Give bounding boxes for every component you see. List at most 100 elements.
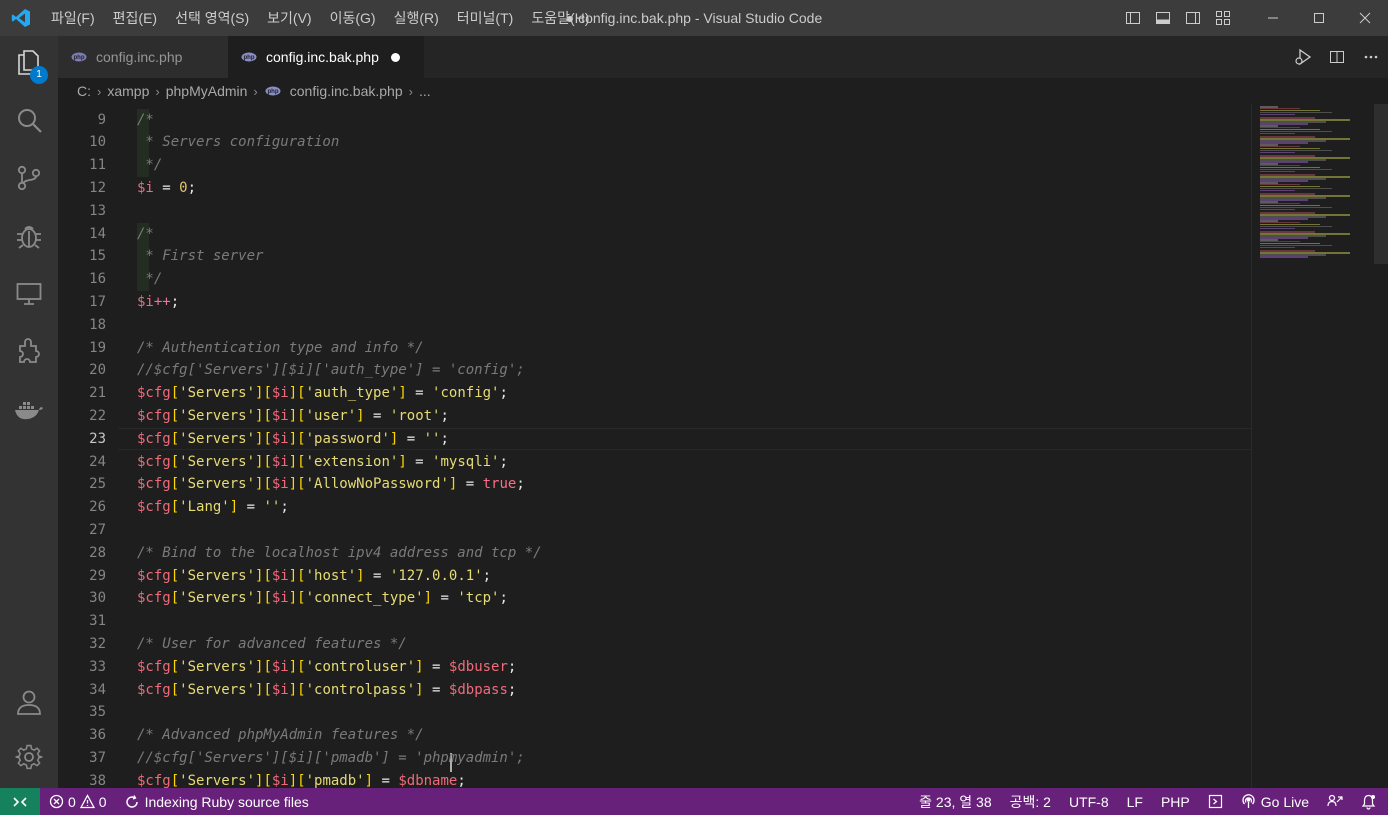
- line-number: 31: [89, 613, 106, 630]
- remote-explorer-icon[interactable]: [0, 270, 58, 318]
- code-line[interactable]: * Servers configuration: [137, 131, 339, 154]
- feedback-icon[interactable]: [1199, 788, 1232, 815]
- explorer-icon[interactable]: 1: [0, 38, 58, 86]
- menu-item[interactable]: 편집(E): [104, 0, 166, 36]
- line-number: 34: [89, 681, 106, 698]
- code-line[interactable]: $cfg['Servers'][$i]['password'] = '';: [137, 428, 452, 773]
- code-line[interactable]: /* User for advanced features */: [137, 633, 407, 656]
- go-live-button[interactable]: Go Live: [1232, 788, 1318, 815]
- problems-indicator[interactable]: 0 0: [40, 788, 116, 815]
- code-token: $i: [271, 430, 289, 447]
- more-actions-icon[interactable]: [1354, 36, 1388, 78]
- code-line[interactable]: $cfg['Lang'] = '';: [137, 496, 289, 519]
- code-token: ]: [356, 567, 365, 584]
- code-token: $cfg: [137, 590, 171, 607]
- code-area[interactable]: /* * Servers configuration */ $i = 0; /* *…: [137, 104, 1247, 789]
- breadcrumb-item[interactable]: xampp: [107, 83, 149, 99]
- code-token: =: [364, 407, 390, 424]
- code-token: /* Authentication type and info */: [137, 339, 424, 356]
- remote-indicator-icon[interactable]: [0, 788, 40, 815]
- notifications-bell-icon[interactable]: [1352, 788, 1388, 815]
- code-token: ;: [440, 430, 449, 447]
- minimap-line: [1260, 113, 1295, 116]
- menu-item[interactable]: 도움말(H): [522, 0, 598, 36]
- account-icon[interactable]: [0, 678, 58, 726]
- menu-item[interactable]: 실행(R): [385, 0, 448, 36]
- minimize-button[interactable]: [1250, 0, 1296, 36]
- indexing-task[interactable]: Indexing Ruby source files: [116, 788, 318, 815]
- code-line[interactable]: */: [137, 154, 162, 177]
- code-line[interactable]: $cfg['Servers'][$i]['controluser'] = $db…: [137, 656, 516, 679]
- line-number: 21: [89, 385, 106, 402]
- sync-spinner-icon: [125, 794, 138, 808]
- maximize-button[interactable]: [1296, 0, 1342, 36]
- code-line[interactable]: $i++;: [137, 291, 179, 314]
- line-number: 12: [89, 179, 106, 196]
- menu-item[interactable]: 파일(F): [42, 0, 104, 36]
- code-line[interactable]: $cfg['Servers'][$i]['connect_type'] = 't…: [137, 587, 508, 610]
- end-of-line[interactable]: LF: [1118, 788, 1152, 815]
- code-line[interactable]: $cfg['Servers'][$i]['pmadb'] = $dbname;: [137, 770, 466, 788]
- search-icon[interactable]: [0, 97, 58, 145]
- breadcrumb-item[interactable]: phpMyAdmin: [166, 83, 248, 99]
- code-line[interactable]: /* Bind to the localhost ipv4 address an…: [137, 542, 542, 565]
- code-editor[interactable]: 9 10 11 12 13 14 15 16 17 18 19 20 21 22 23 24 25 26 27 28 2…: [58, 104, 1388, 788]
- tab-config-inc-php[interactable]: php config.inc.php: [58, 36, 228, 78]
- code-token: ;: [516, 476, 525, 493]
- code-token: 'mysqli': [432, 453, 500, 470]
- code-line[interactable]: */: [137, 268, 162, 291]
- breadcrumb-item[interactable]: ...: [419, 83, 431, 99]
- run-debug-icon[interactable]: [1286, 36, 1320, 78]
- code-line[interactable]: //$cfg['Servers'][$i]['pmadb'] = 'phpmya…: [137, 747, 525, 770]
- code-token: ][: [288, 772, 306, 788]
- menu-item[interactable]: 선택 영역(S): [166, 0, 258, 36]
- code-line[interactable]: $cfg['Servers'][$i]['user'] = 'root';: [137, 405, 449, 428]
- code-token: [: [170, 590, 180, 607]
- code-line[interactable]: $cfg['Servers'][$i]['controlpass'] = $db…: [137, 679, 516, 702]
- source-control-icon[interactable]: [0, 154, 58, 202]
- minimap-line: [1260, 189, 1295, 192]
- line-number: 30: [89, 590, 106, 607]
- code-token: ]: [364, 772, 374, 788]
- code-line[interactable]: * First server: [137, 245, 263, 268]
- settings-gear-icon[interactable]: [0, 733, 58, 781]
- go-live-label: Go Live: [1260, 793, 1309, 810]
- menu-item[interactable]: 이동(G): [321, 0, 385, 36]
- code-line[interactable]: /*: [137, 223, 154, 246]
- debug-icon[interactable]: [0, 212, 58, 260]
- minimap[interactable]: [1251, 104, 1388, 788]
- scrollbar-thumb[interactable]: [1374, 104, 1388, 264]
- unsaved-dot-icon[interactable]: [390, 52, 400, 62]
- tab-config-inc-bak-php[interactable]: php config.inc.bak.php: [228, 36, 424, 78]
- indentation[interactable]: 공백: 2: [1001, 788, 1060, 815]
- encoding[interactable]: UTF-8: [1060, 788, 1118, 815]
- code-token: [: [170, 476, 180, 493]
- cursor-position[interactable]: 줄 23, 열 38: [910, 788, 1000, 815]
- code-line[interactable]: //$cfg['Servers'][$i]['auth_type'] = 'co…: [137, 359, 525, 382]
- toggle-primary-sidebar-icon[interactable]: [1118, 0, 1148, 36]
- code-line[interactable]: /*: [137, 109, 154, 132]
- code-line[interactable]: /* Advanced phpMyAdmin features */: [137, 724, 424, 747]
- code-line[interactable]: $i = 0;: [137, 177, 196, 200]
- code-token: [: [170, 453, 180, 470]
- code-line[interactable]: $cfg['Servers'][$i]['extension'] = 'mysq…: [137, 451, 508, 474]
- accounts-share-icon[interactable]: [1318, 788, 1352, 815]
- extensions-icon[interactable]: [0, 327, 58, 375]
- breadcrumb-item[interactable]: C:: [77, 83, 91, 99]
- code-token: 'Servers': [179, 430, 256, 447]
- toggle-secondary-sidebar-icon[interactable]: [1178, 0, 1208, 36]
- language-mode[interactable]: PHP: [1152, 788, 1199, 815]
- code-line[interactable]: $cfg['Servers'][$i]['auth_type'] = 'conf…: [137, 382, 508, 405]
- menu-item[interactable]: 터미널(T): [448, 0, 523, 36]
- close-button[interactable]: [1342, 0, 1388, 36]
- code-token: '': [423, 430, 441, 447]
- menu-item[interactable]: 보기(V): [258, 0, 320, 36]
- docker-icon[interactable]: [0, 386, 58, 434]
- customize-layout-icon[interactable]: [1208, 0, 1238, 36]
- toggle-panel-icon[interactable]: [1148, 0, 1178, 36]
- code-line[interactable]: $cfg['Servers'][$i]['AllowNoPassword'] =…: [137, 473, 525, 496]
- code-line[interactable]: $cfg['Servers'][$i]['host'] = '127.0.0.1…: [137, 565, 491, 588]
- breadcrumb-item[interactable]: config.inc.bak.php: [290, 83, 403, 99]
- code-line[interactable]: /* Authentication type and info */: [137, 337, 424, 360]
- split-editor-icon[interactable]: [1320, 36, 1354, 78]
